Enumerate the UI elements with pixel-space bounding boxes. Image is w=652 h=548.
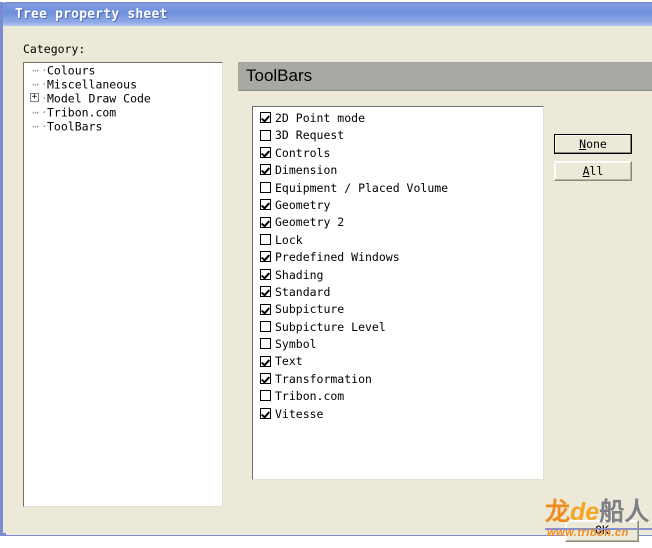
- checklist-row[interactable]: Equipment / Placed Volume: [253, 180, 543, 197]
- tree-item-label: Miscellaneous: [47, 77, 138, 92]
- checkbox-unchecked-icon[interactable]: [260, 320, 271, 332]
- property-sheet-window: Category: ⋯ ·Colours ⋯ ·Miscellaneous + ·Mode…: [0, 2, 652, 542]
- checklist-item-label: Standard: [275, 284, 331, 299]
- tree-item[interactable]: ⋯ ·Miscellaneous: [24, 77, 222, 92]
- checklist-item-label: Shading: [275, 267, 324, 282]
- checklist-row[interactable]: Standard: [253, 284, 543, 301]
- checklist-item-label: Geometry: [275, 197, 331, 212]
- checklist-item-label: Dimension: [275, 163, 338, 178]
- checkbox-unchecked-icon[interactable]: [260, 233, 271, 245]
- checkbox-checked-icon[interactable]: [260, 251, 271, 263]
- tree-item-label: ToolBars: [47, 119, 103, 134]
- checkbox-checked-icon[interactable]: [260, 199, 271, 211]
- checkbox-unchecked-icon[interactable]: [260, 181, 271, 193]
- checklist-row[interactable]: Text: [253, 353, 543, 370]
- checkbox-checked-icon[interactable]: [260, 355, 271, 367]
- checklist-item-label: Controls: [275, 145, 331, 160]
- tree-connector-icon: ⋯: [32, 119, 39, 133]
- checklist-row[interactable]: Subpicture: [253, 301, 543, 318]
- checklist-item-label: Symbol: [275, 337, 317, 352]
- checkbox-checked-icon[interactable]: [260, 373, 271, 385]
- checklist-row[interactable]: Subpicture Level: [253, 319, 543, 336]
- checkbox-checked-icon[interactable]: [260, 303, 271, 315]
- expand-plus-icon[interactable]: +: [30, 93, 39, 102]
- checklist-item-label: Vitesse: [275, 406, 324, 421]
- checklist-item-label: Subpicture: [275, 302, 345, 317]
- checklist-item-label: 2D Point mode: [275, 111, 366, 125]
- checklist-item-label: Subpicture Level: [275, 319, 386, 334]
- checkbox-checked-icon[interactable]: [260, 268, 271, 280]
- checklist-row[interactable]: Tribon.com: [253, 388, 543, 405]
- title-bar[interactable]: Tree property sheet: [0, 2, 652, 26]
- checkbox-checked-icon[interactable]: [260, 286, 271, 298]
- checklist-item-label: Lock: [275, 232, 303, 247]
- checklist-item-label: Transformation: [275, 371, 372, 386]
- checkbox-checked-icon[interactable]: [260, 112, 271, 124]
- checklist-row[interactable]: Vitesse: [253, 406, 543, 423]
- tree-connector-icon: ⋯: [32, 77, 39, 91]
- all-button[interactable]: All: [554, 161, 632, 181]
- checklist-item-label: Tribon.com: [275, 389, 345, 404]
- checklist-row[interactable]: Lock: [253, 232, 543, 249]
- checklist-item-label: Geometry 2: [275, 215, 345, 230]
- window-client-area: Category: ⋯ ·Colours ⋯ ·Miscellaneous + ·Mode…: [6, 28, 652, 542]
- tree-item[interactable]: + ·Model Draw Code: [24, 91, 222, 106]
- tree-item[interactable]: ⋯ ·Colours: [24, 63, 222, 78]
- tree-item-label: Colours: [47, 63, 96, 78]
- checklist-row[interactable]: Dimension: [253, 162, 543, 179]
- pane-header-title: ToolBars: [246, 66, 313, 85]
- tree-item-label: Model Draw Code: [47, 91, 151, 106]
- category-treeview[interactable]: ⋯ ·Colours ⋯ ·Miscellaneous + ·Model Draw Cod…: [23, 62, 223, 507]
- checklist-item-label: Predefined Windows: [275, 250, 400, 265]
- pane-header: ToolBars: [238, 62, 652, 91]
- none-button-label: None: [579, 137, 607, 151]
- tree-connector-icon: ⋯: [32, 63, 39, 77]
- checkbox-checked-icon[interactable]: [260, 407, 271, 419]
- none-button[interactable]: None: [554, 134, 632, 154]
- checklist-item-label: 3D Request: [275, 128, 345, 143]
- checkbox-checked-icon[interactable]: [260, 164, 271, 176]
- checklist-row[interactable]: 3D Request: [253, 127, 543, 144]
- checklist-row[interactable]: Symbol: [253, 336, 543, 353]
- checklist-row[interactable]: 2D Point mode: [253, 110, 543, 127]
- checklist-item-label: Equipment / Placed Volume: [275, 180, 449, 195]
- checkbox-unchecked-icon[interactable]: [260, 129, 271, 141]
- screen: Category: ⋯ ·Colours ⋯ ·Miscellaneous + ·Mode…: [0, 0, 652, 548]
- checkbox-checked-icon[interactable]: [260, 146, 271, 158]
- tree-item[interactable]: ⋯ ·Tribon.com: [24, 105, 222, 120]
- tree-connector-icon: ⋯: [32, 105, 39, 119]
- checklist-row[interactable]: Controls: [253, 145, 543, 162]
- tree-item-label: Tribon.com: [47, 105, 117, 120]
- ok-button[interactable]: OK: [565, 520, 639, 542]
- checklist-row[interactable]: Predefined Windows: [253, 249, 543, 266]
- checkbox-unchecked-icon[interactable]: [260, 390, 271, 402]
- category-label: Category:: [23, 42, 86, 56]
- window-title: Tree property sheet: [15, 7, 168, 22]
- toolbars-checklist[interactable]: 2D Point mode 3D Request Controls Dimension…: [252, 106, 544, 480]
- all-button-label: All: [582, 164, 604, 178]
- checklist-row[interactable]: Geometry: [253, 197, 543, 214]
- checklist-row[interactable]: Shading: [253, 267, 543, 284]
- checklist-row[interactable]: Geometry 2: [253, 214, 543, 231]
- tree-item[interactable]: ⋯ ·ToolBars: [24, 119, 222, 134]
- checklist-row[interactable]: Transformation: [253, 371, 543, 388]
- checkbox-unchecked-icon[interactable]: [260, 338, 271, 350]
- checklist-item-label: Text: [275, 354, 303, 369]
- ok-button-label: OK: [595, 523, 609, 537]
- checkbox-checked-icon[interactable]: [260, 216, 271, 228]
- title-bar-inner: Tree property sheet: [0, 2, 652, 26]
